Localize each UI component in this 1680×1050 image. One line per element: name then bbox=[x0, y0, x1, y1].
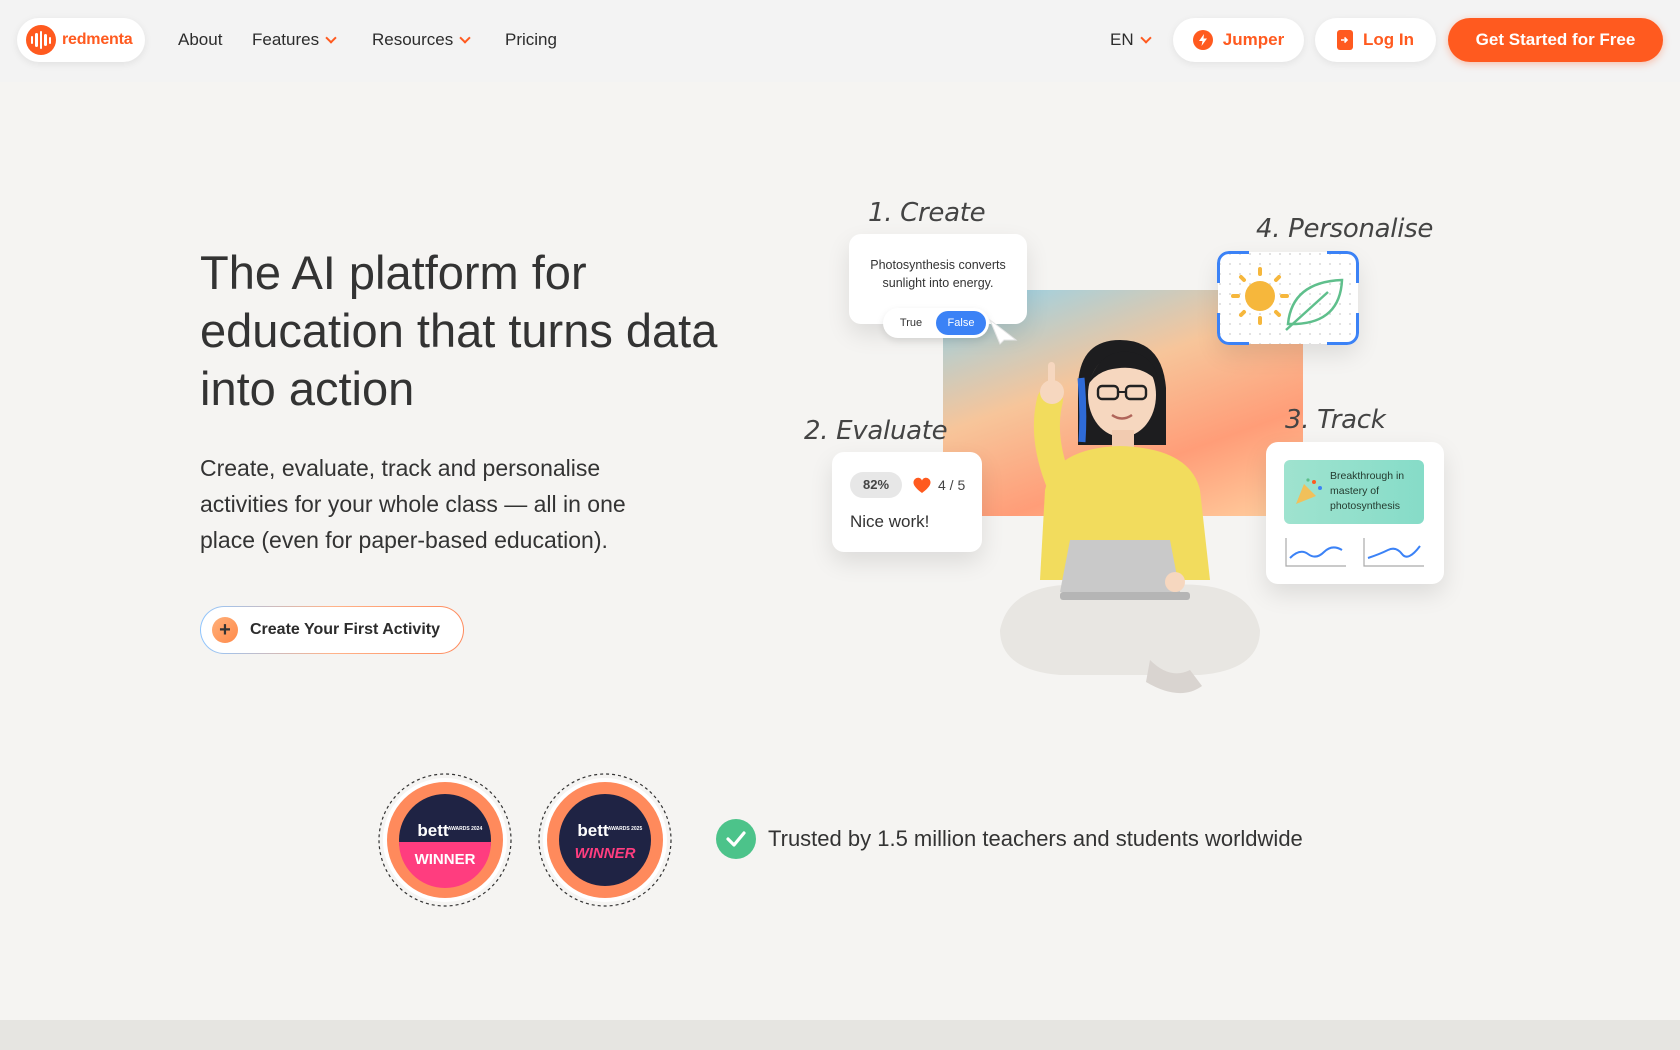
chevron-down-icon bbox=[325, 31, 337, 44]
create-activity-label: Create Your First Activity bbox=[250, 621, 440, 638]
true-option: True bbox=[899, 317, 923, 329]
nav-features-label: Features bbox=[252, 30, 320, 49]
award2-brand: bett bbox=[577, 821, 609, 840]
hero-illustration: 1. Create Photosynthesis converts sunlig… bbox=[780, 180, 1480, 720]
nav-resources[interactable]: Resources bbox=[372, 30, 471, 50]
personalise-frame bbox=[1217, 251, 1359, 345]
step-personalise-label: 4. Personalise bbox=[1256, 214, 1434, 244]
trusted-text: Trusted by 1.5 million teachers and stud… bbox=[768, 826, 1303, 851]
create-card-text: Photosynthesis converts sunlight into en… bbox=[870, 258, 1006, 290]
score-rating: 4 / 5 bbox=[912, 472, 965, 498]
award1-label: WINNER bbox=[415, 851, 476, 868]
nav-about[interactable]: About bbox=[178, 30, 222, 50]
cursor-icon bbox=[988, 318, 1018, 345]
hero-title: The AI platform for education that turns… bbox=[200, 246, 718, 415]
nav-features[interactable]: Features bbox=[252, 30, 337, 50]
login-button[interactable]: Log In bbox=[1315, 18, 1436, 62]
login-icon bbox=[1337, 30, 1353, 50]
nav-about-label: About bbox=[178, 30, 223, 49]
hero-subtitle: Create, evaluate, track and personalise … bbox=[200, 455, 626, 553]
check-icon bbox=[716, 819, 756, 859]
next-section-edge bbox=[0, 1020, 1680, 1050]
chevron-down-icon bbox=[1139, 31, 1152, 44]
heart-icon bbox=[913, 477, 931, 493]
award1-brand: bett bbox=[417, 821, 449, 840]
bett-award-2024-badge: bett AWARDS 2024 WINNER bbox=[378, 773, 512, 907]
step-create-label: 1. Create bbox=[868, 198, 986, 228]
celebration-icon bbox=[1296, 478, 1322, 504]
language-selector[interactable]: EN bbox=[1110, 30, 1152, 50]
evaluate-card: 82% 4 / 5 Nice work! bbox=[832, 452, 982, 552]
award2-label: WINNER bbox=[575, 845, 636, 862]
teacher-illustration bbox=[1000, 340, 1260, 694]
nav-pricing[interactable]: Pricing bbox=[505, 30, 557, 50]
step-track-label: 3. Track bbox=[1285, 405, 1386, 435]
trend-charts-icon bbox=[1285, 538, 1424, 567]
award1-subtitle: AWARDS 2024 bbox=[448, 826, 483, 832]
redmenta-logo[interactable]: redmenta bbox=[17, 18, 145, 62]
plus-icon: + bbox=[212, 617, 238, 643]
true-false-toggle: True False bbox=[883, 308, 989, 338]
jumper-button[interactable]: Jumper bbox=[1173, 18, 1304, 62]
feedback-text: Nice work! bbox=[850, 512, 930, 531]
chevron-down-icon bbox=[459, 31, 471, 44]
step-evaluate-label: 2. Evaluate bbox=[804, 416, 948, 446]
score-value: 4 / 5 bbox=[938, 477, 966, 493]
login-label: Log In bbox=[1363, 30, 1414, 49]
bolt-icon bbox=[1192, 30, 1213, 50]
track-card: Breakthrough in mastery of photosynthesi… bbox=[1266, 442, 1444, 584]
nav-pricing-label: Pricing bbox=[505, 30, 557, 49]
jumper-label: Jumper bbox=[1222, 30, 1285, 49]
mastery-banner: Breakthrough in mastery of photosynthesi… bbox=[1284, 460, 1424, 524]
award2-subtitle: AWARDS 2025 bbox=[608, 826, 643, 832]
top-nav: redmenta About Features Resources Pricin… bbox=[0, 0, 1680, 82]
trusted-by: Trusted by 1.5 million teachers and stud… bbox=[716, 819, 1303, 859]
nav-resources-label: Resources bbox=[372, 30, 454, 49]
logo-text: redmenta bbox=[62, 31, 133, 48]
get-started-label: Get Started for Free bbox=[1475, 30, 1636, 49]
get-started-button[interactable]: Get Started for Free bbox=[1448, 18, 1663, 62]
false-option: False bbox=[936, 311, 986, 335]
language-label: EN bbox=[1110, 30, 1134, 49]
logo-mark-icon bbox=[26, 25, 56, 55]
bett-award-2025-badge: bett AWARDS 2025 WINNER bbox=[538, 773, 672, 907]
score-percent: 82% bbox=[850, 472, 902, 498]
create-activity-button[interactable]: + Create Your First Activity bbox=[200, 606, 464, 654]
mastery-text: Breakthrough in mastery of photosynthesi… bbox=[1330, 470, 1405, 512]
